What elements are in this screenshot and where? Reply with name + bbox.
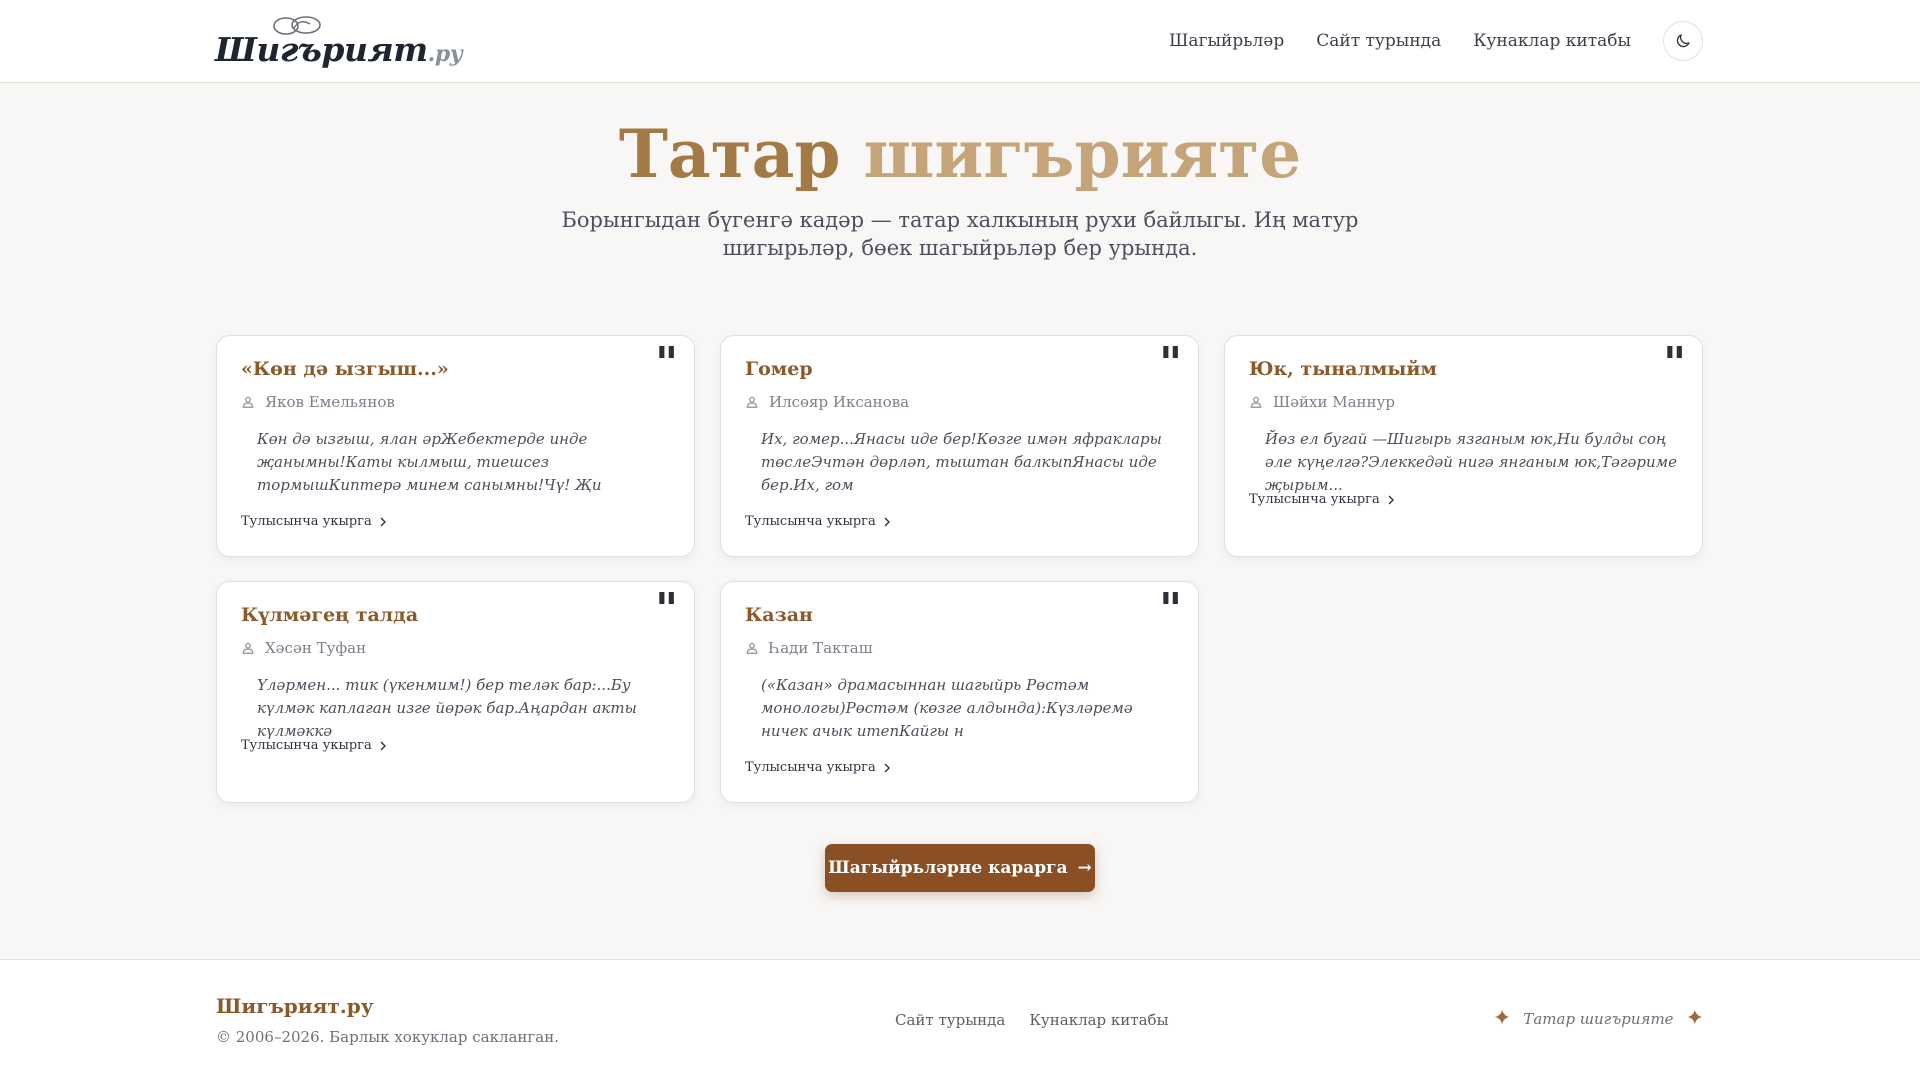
read-more-link[interactable]: Тулысынча укырга — [745, 514, 892, 529]
poem-excerpt: Йөз ел бугай —Шигырь язганым юк,Ни булды… — [1265, 430, 1677, 494]
read-more-link[interactable]: Тулысынча укырга — [241, 738, 388, 753]
star-icon: ✦ — [1685, 1006, 1704, 1031]
user-icon — [242, 642, 254, 654]
poem-card[interactable]: " Казан Һади Такташ («Казан» драмасыннан… — [720, 581, 1199, 803]
footer-brand[interactable]: Шигърият.ру — [216, 994, 374, 1018]
nav-poets[interactable]: Шагыйрьләр — [1169, 31, 1284, 51]
footer-links: Сайт турында Кунаклар китабы — [895, 1011, 1169, 1029]
author-name: Хәсән Туфан — [265, 639, 367, 657]
footer-tagline: ✦ Татар шигърияте ✦ — [1493, 1006, 1704, 1031]
moon-icon — [1676, 34, 1690, 48]
author-name: Илсөяр Иксанова — [769, 393, 910, 411]
footer-link-guestbook[interactable]: Кунаклар китабы — [1029, 1011, 1168, 1029]
user-icon — [1250, 396, 1262, 408]
poem-title[interactable]: Гомер — [745, 358, 1138, 380]
quote-icon: " — [1663, 338, 1686, 389]
poem-author: Хәсән Туфан — [241, 639, 366, 657]
footer-link-about[interactable]: Сайт турында — [895, 1011, 1005, 1029]
poem-excerpt: Үләрмен... тик (үкенмим!) бер теләк бар:… — [257, 676, 637, 740]
user-icon — [746, 642, 758, 654]
read-more-label: Тулысынча укырга — [745, 760, 876, 775]
view-poets-button[interactable]: Шагыйрьләрне карарга → — [825, 844, 1095, 892]
poem-title[interactable]: Юк, тыналмыйм — [1249, 358, 1642, 380]
main-nav: Шагыйрьләр Сайт турында Кунаклар китабы — [1169, 20, 1703, 62]
view-poets-label: Шагыйрьләрне карарга — [828, 858, 1068, 878]
read-more-link[interactable]: Тулысынча укырга — [241, 514, 388, 529]
quote-icon: " — [655, 338, 678, 389]
poem-card[interactable]: " Юк, тыналмыйм Шәйхи Маннур Йөз ел буга… — [1224, 335, 1703, 557]
poem-card[interactable]: " Күлмәгең талда Хәсән Туфан Үләрмен... … — [216, 581, 695, 803]
hero-title: Татар шигърияте — [0, 112, 1920, 196]
site-header: Шигърият.ру Шагыйрьләр Сайт турында Куна… — [0, 0, 1920, 83]
poem-title[interactable]: Күлмәгең талда — [241, 604, 634, 626]
poem-card[interactable]: " «Көн дә ызгыш...» Яков Емельянов Көн д… — [216, 335, 695, 557]
quote-icon: " — [655, 584, 678, 635]
tagline-text: Татар шигърияте — [1523, 1009, 1674, 1028]
footer-copyright: © 2006–2026. Барлык хокуклар сакланган. — [216, 1028, 559, 1046]
quote-icon: " — [1159, 584, 1182, 635]
site-footer: Шигърият.ру © 2006–2026. Барлык хокуклар… — [0, 959, 1920, 1080]
logo-text: Шигърият.ру — [215, 30, 463, 69]
hero-title-part2: шигърияте — [863, 115, 1302, 193]
nav-about[interactable]: Сайт турында — [1316, 31, 1441, 51]
chevron-right-icon — [380, 517, 386, 526]
nav-guestbook[interactable]: Кунаклар китабы — [1473, 31, 1631, 51]
poem-title[interactable]: «Көн дә ызгыш...» — [241, 358, 634, 380]
read-more-label: Тулысынча укырга — [1249, 492, 1380, 507]
poem-author: Яков Емельянов — [241, 393, 395, 411]
poem-card[interactable]: " Гомер Илсөяр Иксанова Их, гомер...Янас… — [720, 335, 1199, 557]
read-more-label: Тулысынча укырга — [745, 514, 876, 529]
quote-icon: " — [1159, 338, 1182, 389]
read-more-label: Тулысынча укырга — [241, 514, 372, 529]
poem-author: Илсөяр Иксанова — [745, 393, 909, 411]
star-icon: ✦ — [1492, 1006, 1512, 1031]
site-logo[interactable]: Шигърият.ру — [215, 14, 463, 70]
poem-author: Шәйхи Маннур — [1249, 393, 1395, 411]
user-icon — [242, 396, 254, 408]
author-name: Шәйхи Маннур — [1273, 393, 1395, 411]
logo-name: Шигърият — [215, 30, 428, 69]
user-icon — [746, 396, 758, 408]
arrow-right-icon: → — [1077, 858, 1092, 878]
chevron-right-icon — [380, 741, 386, 750]
logo-suffix: .ру — [427, 41, 463, 67]
chevron-right-icon — [1388, 495, 1394, 504]
author-name: Һади Такташ — [769, 639, 873, 657]
chevron-right-icon — [884, 517, 890, 526]
read-more-link[interactable]: Тулысынча укырга — [1249, 492, 1396, 507]
read-more-label: Тулысынча укырга — [241, 738, 372, 753]
read-more-link[interactable]: Тулысынча укырга — [745, 760, 892, 775]
poem-title[interactable]: Казан — [745, 604, 1138, 626]
theme-toggle-button[interactable] — [1663, 21, 1703, 61]
hero-title-part1: Татар — [618, 115, 841, 193]
chevron-right-icon — [884, 763, 890, 772]
author-name: Яков Емельянов — [265, 393, 395, 411]
poem-excerpt: Их, гомер...Янасы иде бер!Көзге имән яфр… — [761, 430, 1162, 494]
hero-subtitle: Борынгыдан бүгенгә кадәр — татар халкыны… — [561, 208, 1359, 260]
poem-author: Һади Такташ — [745, 639, 873, 657]
poem-excerpt: Көн дә ызгыш, ялан әрЖебектерде инде җан… — [257, 430, 602, 494]
poem-excerpt: («Казан» драмасыннан шагыйрь Рөстәм моно… — [761, 676, 1133, 740]
